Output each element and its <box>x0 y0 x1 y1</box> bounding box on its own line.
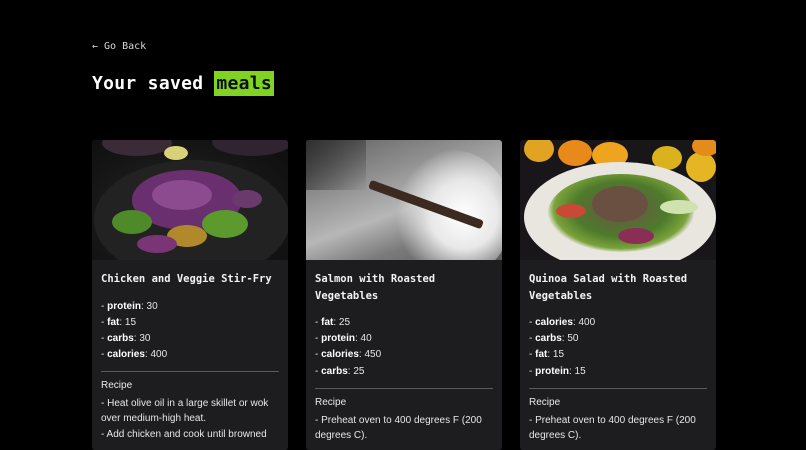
stir-fry-photo <box>92 140 288 260</box>
divider <box>101 371 279 373</box>
meal-title: Quinoa Salad with Roasted Vegetables <box>529 273 688 302</box>
quinoa-salad-photo <box>520 140 716 260</box>
page-title: Your saved meals <box>92 71 275 96</box>
recipe-step: - Heat olive oil in a large skillet or w… <box>101 398 269 425</box>
nutrition-item: - calories: 400 <box>529 317 596 328</box>
meal-card[interactable]: Chicken and Veggie Stir-Fry - protein: 3… <box>92 140 288 450</box>
recipe-step: - Preheat oven to 400 degrees F (200 deg… <box>529 414 696 441</box>
page-title-highlight: meals <box>214 71 275 96</box>
meal-title: Chicken and Veggie Stir-Fry <box>101 273 272 285</box>
go-back-link[interactable]: ← Go Back <box>92 41 146 52</box>
page-title-prefix: Your saved <box>92 73 204 94</box>
nutrition-item: - fat: 15 <box>529 349 565 361</box>
divider <box>529 387 707 389</box>
nutrition-list: - calories: 400 - carbs: 50 - fat: 15 - … <box>529 315 707 380</box>
nutrition-item: - calories: 400 <box>101 349 168 361</box>
meal-title: Salmon with Roasted Vegetables <box>315 273 436 302</box>
nutrition-item: - carbs: 25 <box>315 365 365 377</box>
nutrition-item: - fat: 25 <box>315 317 351 328</box>
nutrition-list: - protein: 30 - fat: 15 - carbs: 30 - ca… <box>101 299 279 364</box>
meal-card[interactable]: Quinoa Salad with Roasted Vegetables - c… <box>520 140 716 450</box>
nutrition-item: - protein: 40 <box>315 333 372 345</box>
nutrition-item: - carbs: 30 <box>101 332 151 344</box>
meal-card[interactable]: Salmon with Roasted Vegetables - fat: 25… <box>306 140 502 450</box>
recipe-step: - Preheat oven to 400 degrees F (200 deg… <box>315 414 482 441</box>
nutrition-list: - fat: 25 - protein: 40 - calories: 450 … <box>315 315 493 380</box>
divider <box>315 387 493 389</box>
arrow-left-icon: ← <box>92 41 99 52</box>
recipe-label: Recipe <box>315 396 347 408</box>
recipe-label: Recipe <box>529 396 561 408</box>
salmon-photo <box>306 140 502 260</box>
nutrition-item: - calories: 450 <box>315 349 382 361</box>
nutrition-item: - protein: 30 <box>101 300 158 312</box>
recipe-label: Recipe <box>101 380 133 392</box>
nutrition-item: - carbs: 50 <box>529 333 579 345</box>
recipe-step: - Add chicken and cook until browned <box>101 429 267 441</box>
saved-meals-list: Chicken and Veggie Stir-Fry - protein: 3… <box>92 140 716 450</box>
go-back-label: Go Back <box>104 41 147 52</box>
nutrition-item: - fat: 15 <box>101 316 137 328</box>
nutrition-item: - protein: 15 <box>529 365 586 377</box>
